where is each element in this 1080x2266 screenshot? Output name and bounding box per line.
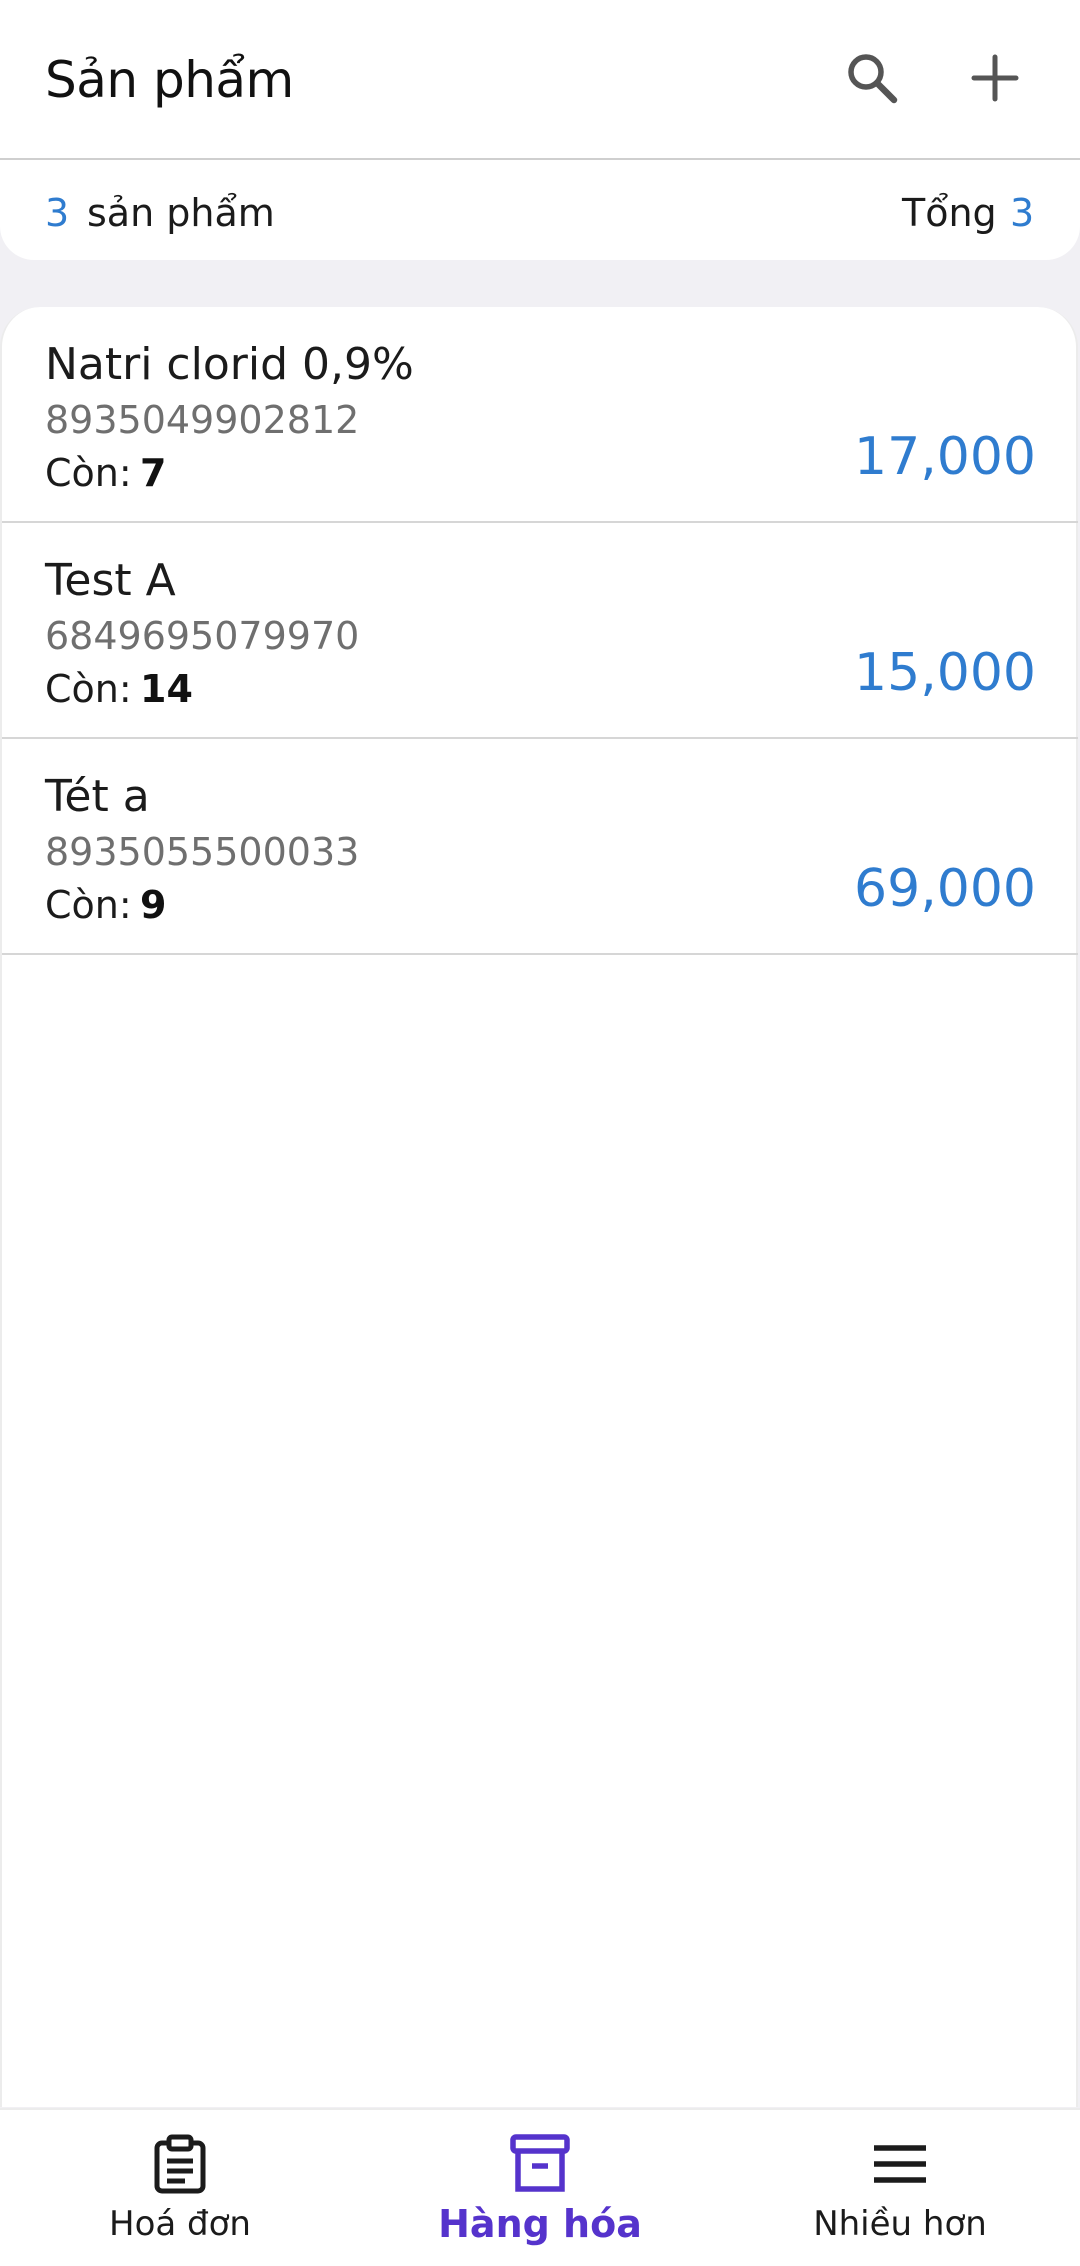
app-header: Sản phẩm [0,0,1080,160]
plus-icon [971,54,1019,106]
clipboard-icon [150,2134,210,2194]
nav-item-invoices[interactable]: Hoá đơn [0,2110,360,2266]
add-product-button[interactable] [955,40,1035,120]
product-price: 69,000 [854,859,1036,919]
product-barcode: 8935049902812 [45,398,360,442]
search-icon [844,50,900,110]
product-row[interactable]: Natri clorid 0,9% 8935049902812 Còn: 7 1… [2,307,1078,523]
nav-item-products[interactable]: Hàng hóa [360,2110,720,2266]
product-name: Test A [45,555,176,606]
product-count: 3 [45,191,70,235]
stock-value: 7 [140,451,167,495]
product-list: Natri clorid 0,9% 8935049902812 Còn: 7 1… [0,307,1078,2107]
nav-item-more[interactable]: Nhiều hơn [720,2110,1080,2266]
product-price: 17,000 [854,427,1036,487]
product-barcode: 8935055500033 [45,830,360,874]
nav-label: Hoá đơn [109,2204,251,2244]
total-value: 3 [1010,191,1035,235]
product-row[interactable]: Test A 6849695079970 Còn: 14 15,000 [2,523,1078,739]
stock-value: 14 [140,667,193,711]
stock-label: Còn: [45,667,132,711]
search-button[interactable] [832,40,912,120]
product-name: Tét a [45,771,150,822]
product-count-label: sản phẩm [87,191,275,235]
product-barcode: 6849695079970 [45,614,360,658]
nav-label: Hàng hóa [438,2202,642,2246]
menu-icon [870,2134,930,2194]
stock-label: Còn: [45,451,132,495]
archive-box-icon [510,2134,570,2194]
page-title: Sản phẩm [45,51,294,109]
product-summary-bar: 3 sản phẩm Tổng 3 [0,160,1080,260]
stock-value: 9 [140,883,167,927]
total-label: Tổng [902,191,997,235]
bottom-navigation: Hoá đơn Hàng hóa Nhiều hơn [0,2108,1080,2266]
nav-label: Nhiều hơn [813,2204,987,2244]
product-row[interactable]: Tét a 8935055500033 Còn: 9 69,000 [2,739,1078,955]
stock-label: Còn: [45,883,132,927]
product-name: Natri clorid 0,9% [45,339,414,390]
product-price: 15,000 [854,643,1036,703]
